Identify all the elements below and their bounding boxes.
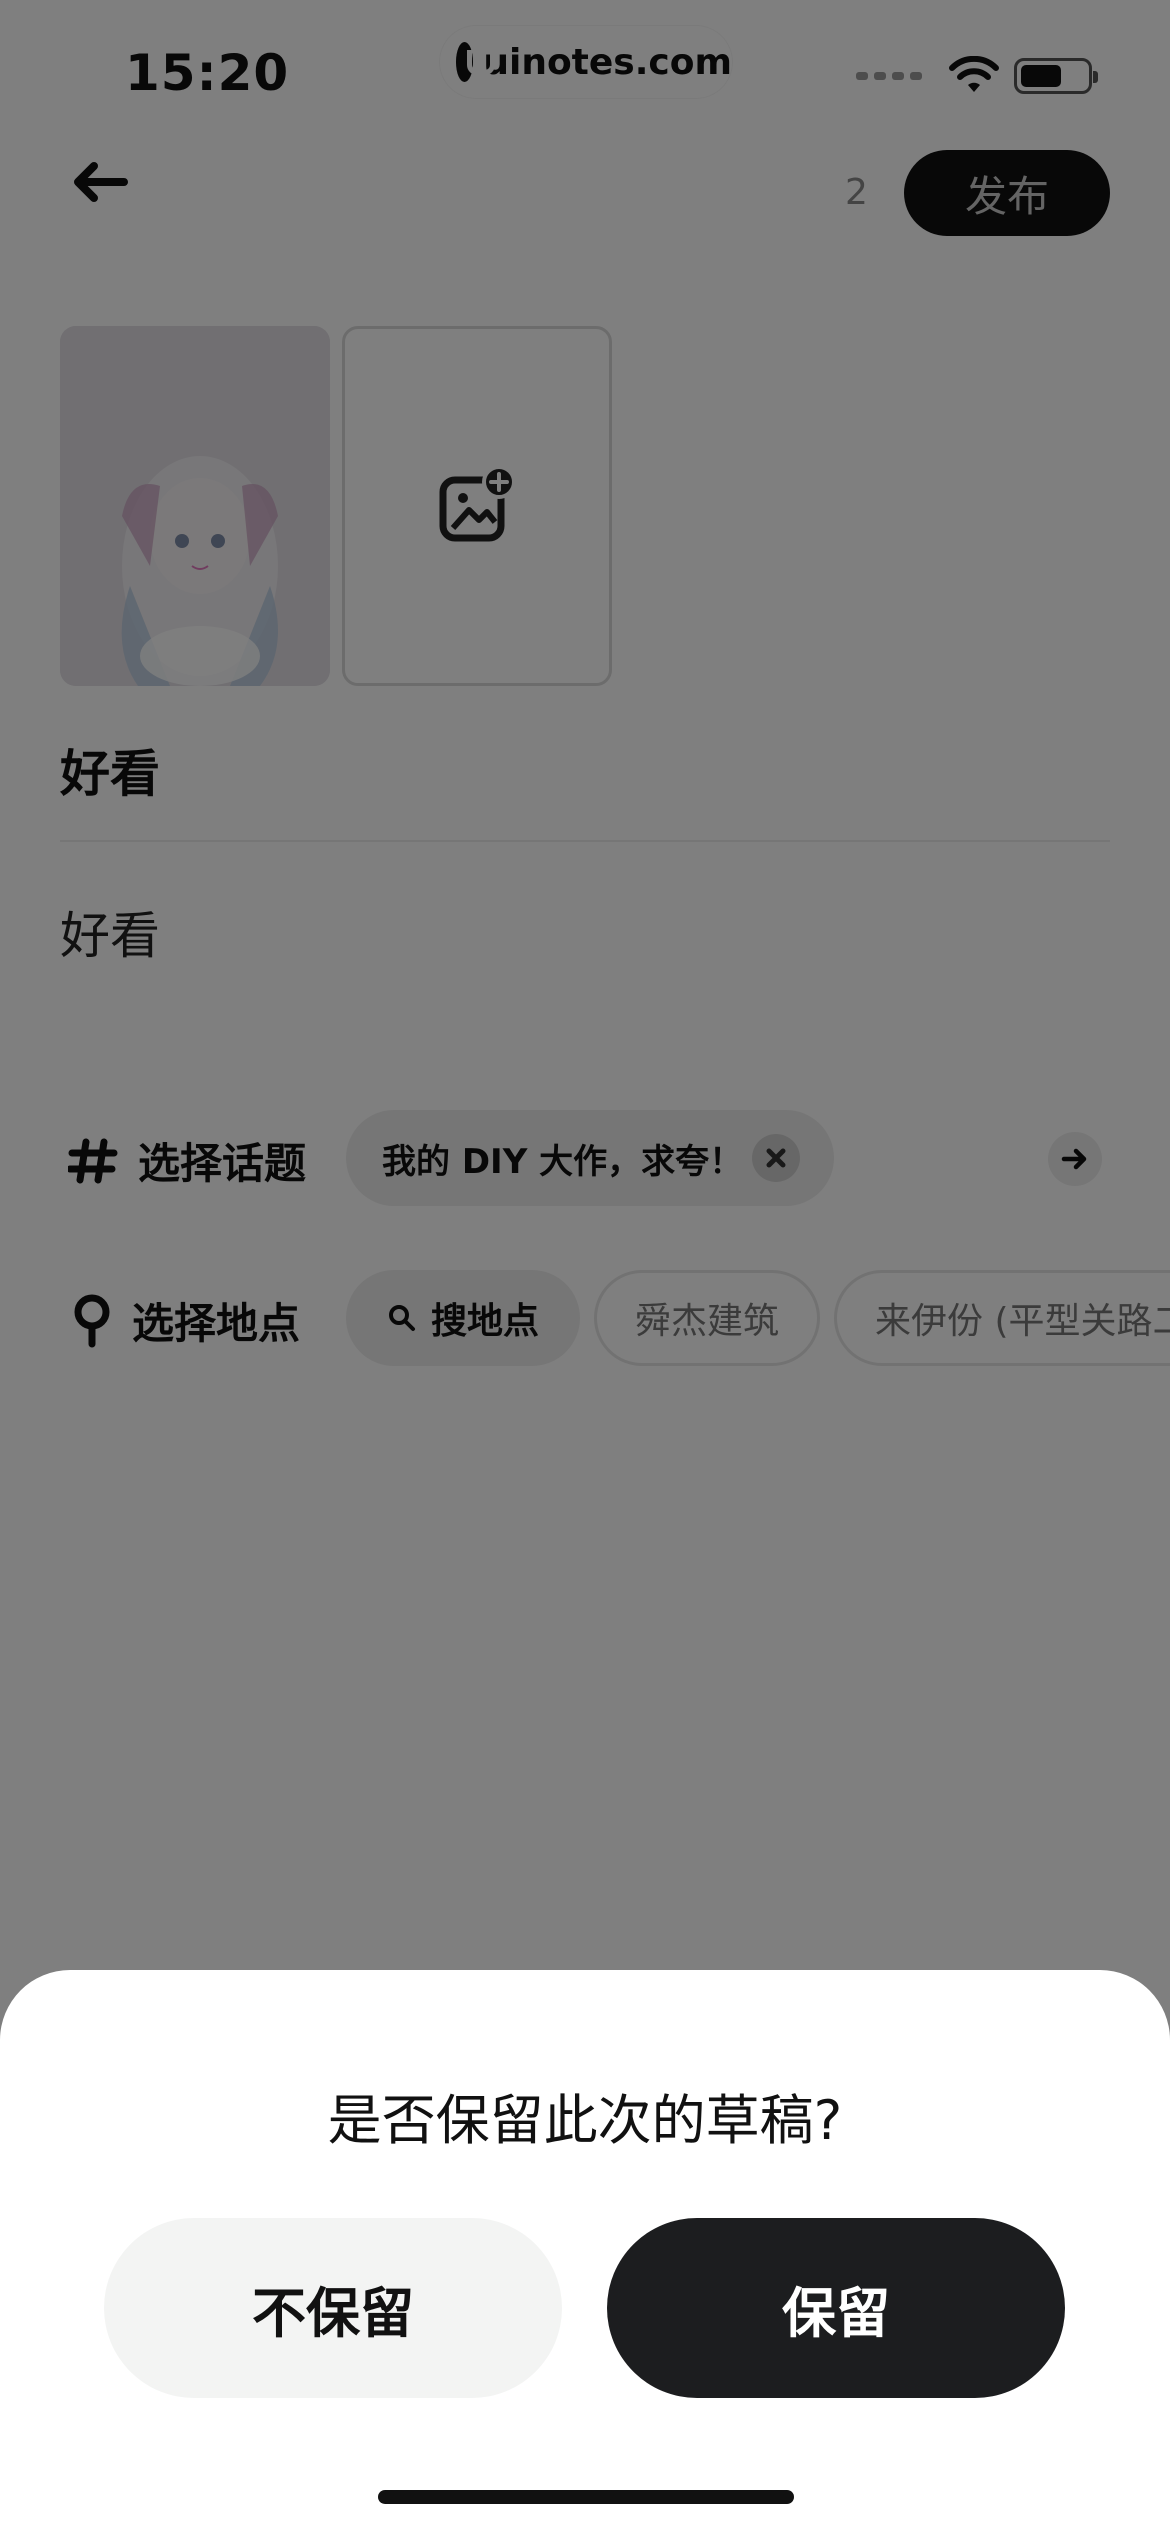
save-draft-dialog: 是否保留此次的草稿? 不保留 保留 [0,1970,1170,2532]
dialog-title: 是否保留此次的草稿? [327,2089,843,2152]
keep-draft-button[interactable]: 保留 [607,2218,1065,2398]
discard-draft-button[interactable]: 不保留 [104,2218,562,2398]
home-indicator[interactable] [378,2490,794,2504]
publish-screen: 15:20 uinotes.com 2 发布 [0,0,1170,2532]
